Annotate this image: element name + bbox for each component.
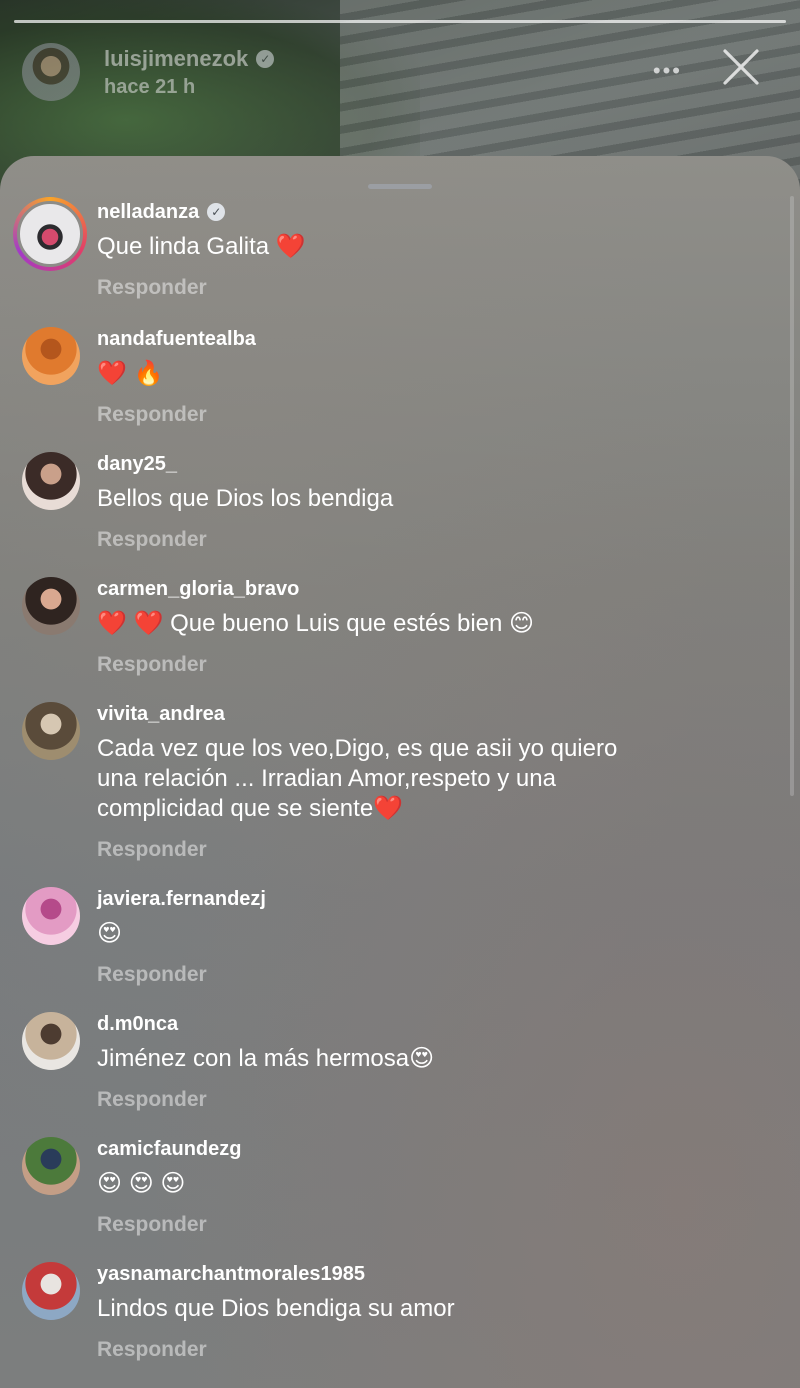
comment-username[interactable]: vivita_andrea <box>97 703 225 726</box>
comment-username-row: yasnamarchantmorales1985 <box>97 1262 770 1286</box>
scrollbar[interactable] <box>790 196 794 796</box>
commenter-avatar[interactable] <box>22 1137 80 1195</box>
story-username-row[interactable]: luisjimenezok ✓ <box>104 46 275 72</box>
comment-text: Cada vez que los veo,Digo, es que asii y… <box>97 735 618 822</box>
commenter-avatar[interactable] <box>22 452 80 510</box>
reply-button[interactable]: Responder <box>97 838 770 862</box>
comment-text: ❤️ 🔥 <box>97 360 164 387</box>
commenter-avatar[interactable] <box>13 197 87 271</box>
comment-text: Jiménez con la más hermosa😍 <box>97 1045 435 1072</box>
verified-badge-icon: ✓ <box>207 203 226 221</box>
comment-body: nandafuentealba ❤️ 🔥 Responder <box>97 327 770 427</box>
story-avatar[interactable] <box>22 43 80 101</box>
more-horizontal-icon[interactable]: ••• <box>653 58 682 84</box>
commenter-avatar[interactable] <box>22 887 80 945</box>
story-progress-bar <box>14 20 786 23</box>
commenter-avatar[interactable] <box>22 702 80 760</box>
comment-username[interactable]: d.m0nca <box>97 1013 178 1036</box>
comment-username[interactable]: yasnamarchantmorales1985 <box>97 1263 365 1286</box>
reply-button[interactable]: Responder <box>97 963 770 987</box>
close-icon[interactable] <box>722 48 760 86</box>
comment-text: 😍 <box>97 920 123 947</box>
reply-button[interactable]: Responder <box>97 1213 770 1237</box>
reply-button[interactable]: Responder <box>97 528 770 552</box>
story-timestamp: hace 21 h <box>104 75 196 98</box>
comment-text: 😍 😍 😍 <box>97 1170 186 1197</box>
comment-username-row: vivita_andrea <box>97 702 770 726</box>
comments-sheet: nelladanza ✓ Que linda Galita ❤️ Responder n… <box>0 156 800 1388</box>
commenter-avatar[interactable] <box>22 327 80 385</box>
comment-text: Bellos que Dios los bendiga <box>97 485 394 512</box>
commenter-avatar[interactable] <box>22 1012 80 1070</box>
comment-text: ❤️ ❤️ Que bueno Luis que estés bien 😊 <box>97 610 535 637</box>
story-header: luisjimenezok ✓ hace 21 h ••• <box>22 40 780 104</box>
comment-username-row: nandafuentealba <box>97 327 770 351</box>
comment-body: camicfaundezg 😍 😍 😍 Responder <box>97 1137 770 1237</box>
comment-username-row: dany25_ <box>97 452 770 476</box>
comment-username[interactable]: nandafuentealba <box>97 328 256 351</box>
comment-text: Lindos que Dios bendiga su amor <box>97 1295 455 1322</box>
reply-button[interactable]: Responder <box>97 1338 770 1362</box>
comment-username[interactable]: javiera.fernandezj <box>97 888 266 911</box>
verified-badge-icon: ✓ <box>256 49 275 68</box>
reply-button[interactable]: Responder <box>97 403 770 427</box>
commenter-avatar[interactable] <box>22 577 80 635</box>
sheet-grabber-handle[interactable] <box>368 184 432 189</box>
reply-button[interactable]: Responder <box>97 653 770 677</box>
comment-body: dany25_ Bellos que Dios los bendiga Respon… <box>97 452 770 552</box>
comment-username[interactable]: camicfaundezg <box>97 1138 241 1161</box>
comment-body: carmen_gloria_bravo ❤️ ❤️ Que bueno Luis … <box>97 577 770 677</box>
comment-username-row: javiera.fernandezj <box>97 887 770 911</box>
comment-username-row: d.m0nca <box>97 1012 770 1036</box>
story-meta: luisjimenezok ✓ hace 21 h <box>104 46 275 99</box>
comment-username-row: nelladanza ✓ <box>97 200 770 224</box>
comment-username[interactable]: carmen_gloria_bravo <box>97 578 299 601</box>
comment-username-row: camicfaundezg <box>97 1137 770 1161</box>
comment-username[interactable]: dany25_ <box>97 453 177 476</box>
comment-username[interactable]: nelladanza <box>97 201 199 224</box>
comment-body: javiera.fernandezj 😍 Responder <box>97 887 770 987</box>
comment-username-row: carmen_gloria_bravo <box>97 577 770 601</box>
story-username[interactable]: luisjimenezok <box>104 46 248 72</box>
commenter-avatar[interactable] <box>22 1262 80 1320</box>
comment-body: d.m0nca Jiménez con la más hermosa😍 Respon… <box>97 1012 770 1112</box>
comment-body: yasnamarchantmorales1985 Lindos que Dios … <box>97 1262 770 1362</box>
reply-button[interactable]: Responder <box>97 276 770 300</box>
reply-button[interactable]: Responder <box>97 1088 770 1112</box>
comment-body: vivita_andrea Cada vez que los veo,Digo, … <box>97 702 770 862</box>
comment-text: Que linda Galita ❤️ <box>97 233 306 260</box>
comment-body: nelladanza ✓ Que linda Galita ❤️ Responder <box>97 200 770 300</box>
